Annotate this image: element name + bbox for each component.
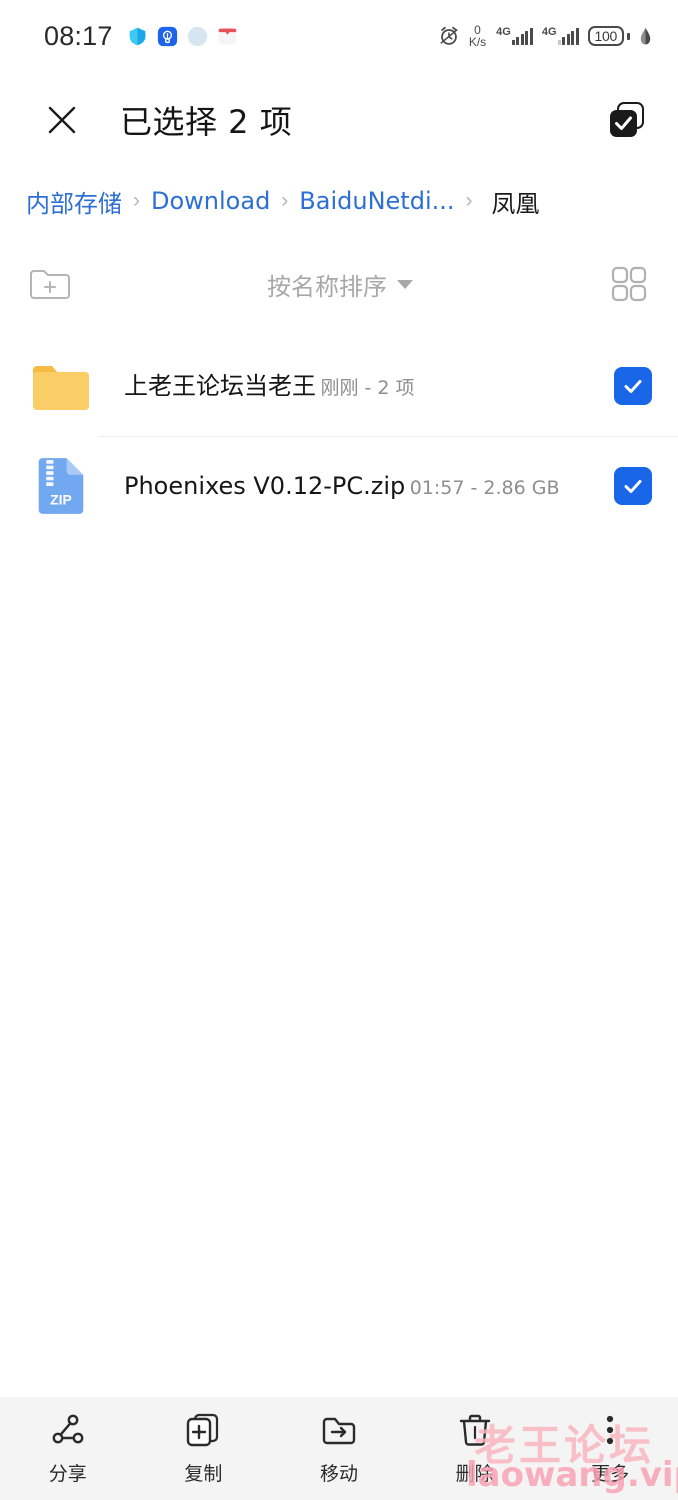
network-speed: 0 K/s xyxy=(469,24,486,48)
sim1-network-type: 4G xyxy=(496,26,511,38)
sim1-signal-bars xyxy=(511,28,533,45)
table-row[interactable]: 上老王论坛当老王 刚刚 - 2 项 xyxy=(0,336,678,436)
sim2-network-type: 4G xyxy=(541,26,557,38)
page-title: 已选择 2 项 xyxy=(120,103,293,141)
sim2-signal-bars xyxy=(557,28,579,45)
table-row[interactable]: ZIP Phoenixes V0.12-PC.zip 01:57 - 2.86 … xyxy=(0,436,678,536)
copy-label: 复制 xyxy=(184,1463,223,1485)
close-icon[interactable] xyxy=(44,102,80,138)
list-toolbar: 按名称排序 xyxy=(0,252,678,316)
zip-file-icon: ZIP xyxy=(24,454,98,518)
move-button[interactable]: 移动 xyxy=(271,1411,407,1486)
shield-icon xyxy=(129,27,145,45)
selection-title-bar: 已选择 2 项 xyxy=(0,82,678,158)
breadcrumb[interactable]: 内部存储 › Download › BaiduNetdi... › 凤凰 xyxy=(0,178,678,224)
sort-label: 按名称排序 xyxy=(267,272,387,301)
copy-button[interactable]: 复制 xyxy=(136,1411,272,1486)
file-list: 上老王论坛当老王 刚刚 - 2 项 ZIP Phoenixes V0.12-PC… xyxy=(0,336,678,536)
red-app-icon xyxy=(218,28,236,44)
file-name: Phoenixes V0.12-PC.zip xyxy=(124,471,406,500)
breadcrumb-separator: › xyxy=(465,189,473,212)
row-checkbox[interactable] xyxy=(614,367,652,405)
row-checkbox[interactable] xyxy=(614,467,652,505)
status-bar-left: 08:17 xyxy=(44,21,238,52)
file-meta: Phoenixes V0.12-PC.zip 01:57 - 2.86 GB xyxy=(124,472,614,501)
zip-icon-label: ZIP xyxy=(50,492,72,508)
delete-icon xyxy=(459,1414,490,1446)
file-name: 上老王论坛当老王 xyxy=(124,371,316,400)
sort-selector[interactable]: 按名称排序 xyxy=(267,267,413,302)
leaf-icon xyxy=(640,27,651,45)
bottom-action-bar: 分享 复制 移动 删除 更多 xyxy=(0,1397,678,1500)
breadcrumb-item-current: 凤凰 xyxy=(491,189,540,218)
more-label: 更多 xyxy=(591,1463,630,1485)
chevron-down-icon xyxy=(397,279,413,289)
delete-button[interactable]: 删除 xyxy=(407,1411,543,1486)
share-button[interactable]: 分享 xyxy=(0,1411,136,1486)
select-all-icon[interactable] xyxy=(606,99,648,141)
delete-label: 删除 xyxy=(455,1463,494,1485)
status-clock: 08:17 xyxy=(44,20,113,51)
network-speed-unit: K/s xyxy=(468,35,487,49)
status-bar: 08:17 0 K/s 4G 4G 100 xyxy=(0,0,678,72)
file-meta: 上老王论坛当老王 刚刚 - 2 项 xyxy=(124,372,614,401)
breadcrumb-separator: › xyxy=(281,189,289,212)
copy-icon xyxy=(187,1413,219,1447)
move-label: 移动 xyxy=(319,1463,358,1485)
sim2-signal: 4G xyxy=(542,27,579,45)
status-bar-right: 0 K/s 4G 4G 100 xyxy=(438,24,652,48)
gradient-circle-icon xyxy=(187,26,207,46)
breadcrumb-item-0[interactable]: 内部存储 xyxy=(26,184,122,219)
folder-icon xyxy=(24,354,98,418)
breadcrumb-item-1[interactable]: Download xyxy=(151,187,270,215)
move-icon xyxy=(322,1417,356,1445)
file-subtitle: 刚刚 - 2 项 xyxy=(320,376,415,399)
new-folder-icon[interactable] xyxy=(28,264,72,304)
battery-tip xyxy=(627,32,630,40)
file-subtitle: 01:57 - 2.86 GB xyxy=(409,476,560,499)
share-icon xyxy=(52,1414,84,1444)
share-label: 分享 xyxy=(48,1463,87,1485)
alarm-icon xyxy=(440,26,458,45)
more-button[interactable]: 更多 xyxy=(542,1411,678,1486)
grid-view-icon[interactable] xyxy=(608,263,650,305)
breadcrumb-separator: › xyxy=(133,189,140,212)
more-icon xyxy=(607,1415,614,1445)
lightbulb-app-icon xyxy=(157,26,177,46)
status-notification-icons xyxy=(127,26,238,47)
sim1-signal: 4G xyxy=(496,27,533,45)
breadcrumb-item-2[interactable]: BaiduNetdi... xyxy=(299,187,454,215)
battery-level: 100 xyxy=(587,25,624,47)
